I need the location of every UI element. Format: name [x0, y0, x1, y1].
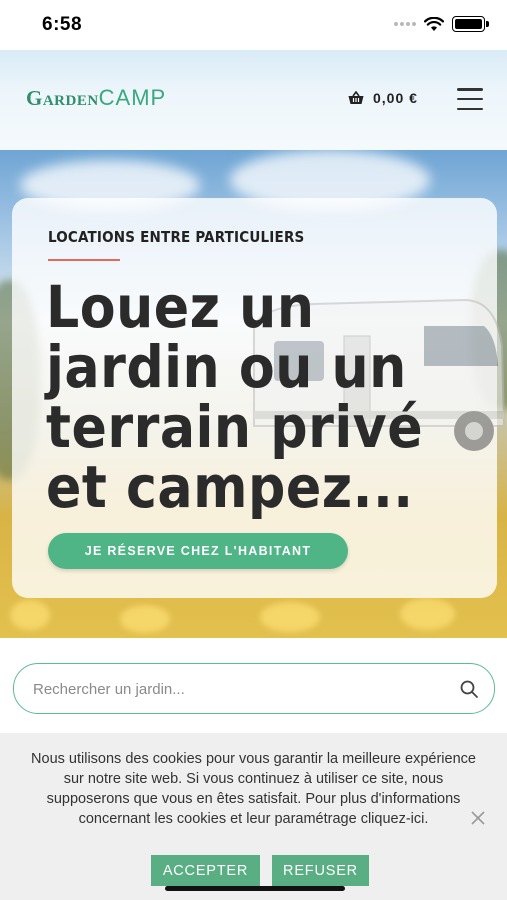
search-box — [13, 663, 495, 714]
cookie-link-suffix: . — [424, 811, 429, 827]
status-bar: 6:58 — [0, 0, 507, 50]
logo-camp-text: CAMP — [98, 85, 167, 110]
wifi-icon — [424, 16, 444, 31]
accept-cookies-button[interactable]: ACCEPTER — [151, 855, 260, 886]
site-logo[interactable]: Garden CAMP — [26, 85, 166, 111]
hero-title-line: terrain privé — [46, 393, 424, 461]
home-indicator[interactable] — [165, 886, 345, 891]
status-time: 6:58 — [42, 14, 83, 35]
cookie-text: Nous utilisons des cookies pour vous gar… — [30, 749, 477, 829]
hero-title: Louez un jardin ou un terrain privé et c… — [46, 277, 466, 517]
cart-total: 0,00 € — [373, 90, 418, 106]
hero-flower — [260, 602, 320, 632]
hamburger-menu-icon[interactable] — [457, 88, 483, 110]
signal-icon — [394, 22, 416, 26]
hero-divider — [48, 259, 120, 261]
site-header: Garden CAMP 0,00 € — [0, 50, 507, 150]
hero-title-line: Louez un — [46, 273, 315, 341]
hero-flower — [120, 605, 170, 633]
search-icon[interactable] — [459, 679, 479, 699]
hero-kicker: LOCATIONS ENTRE PARTICULIERS — [48, 228, 305, 246]
hero-title-line: et campez... — [46, 453, 414, 521]
hero-card: LOCATIONS ENTRE PARTICULIERS Louez un ja… — [12, 198, 506, 598]
logo-garden-text: Garden — [26, 86, 99, 110]
reserve-button[interactable]: JE RÉSERVE CHEZ L'HABITANT — [48, 533, 348, 569]
status-icons — [394, 16, 489, 32]
basket-icon — [348, 91, 364, 104]
hero-title-line: jardin ou un — [46, 333, 407, 401]
hero-flower — [400, 598, 455, 630]
refuse-cookies-button[interactable]: REFUSER — [272, 855, 369, 886]
search-input[interactable] — [33, 676, 433, 702]
cookie-settings-link[interactable]: cliquez-ici — [361, 811, 425, 827]
battery-icon — [452, 16, 489, 32]
cookie-banner: Nous utilisons des cookies pour vous gar… — [0, 733, 507, 900]
hero-banner: LOCATIONS ENTRE PARTICULIERS Louez un ja… — [0, 150, 507, 638]
close-icon[interactable] — [470, 810, 486, 826]
hero-flower — [10, 600, 50, 630]
cart-button[interactable]: 0,00 € — [348, 90, 418, 106]
